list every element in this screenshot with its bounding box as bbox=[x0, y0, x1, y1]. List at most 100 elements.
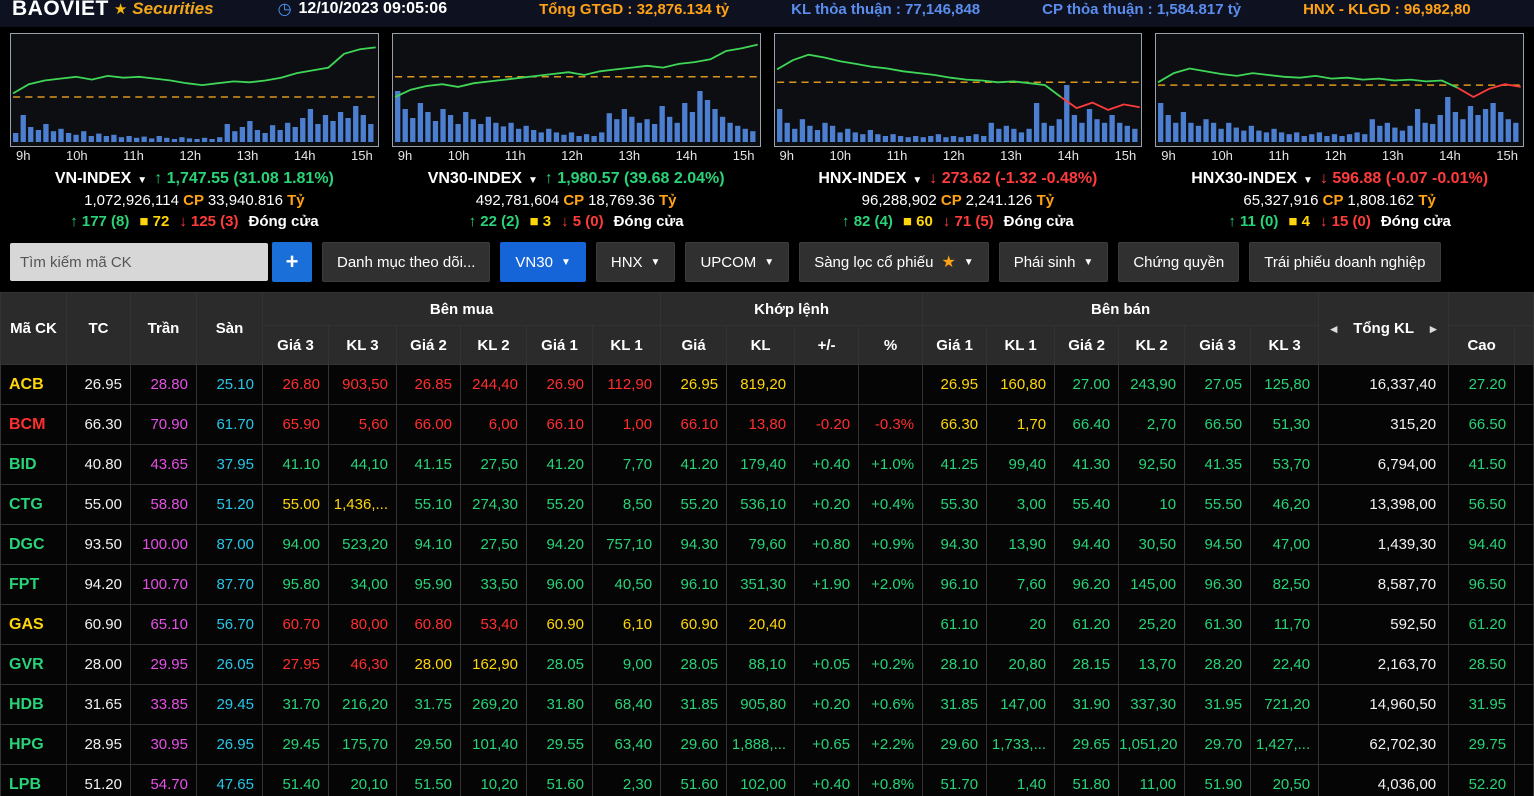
floor-price[interactable]: 37.95 bbox=[197, 445, 263, 485]
chevron-down-icon[interactable]: ▼ bbox=[1303, 175, 1313, 186]
sell-price-3[interactable]: 55.50 bbox=[1185, 485, 1251, 525]
buy-volume-3[interactable]: 175,70 bbox=[329, 725, 397, 765]
buy-price-2[interactable]: 28.00 bbox=[397, 645, 461, 685]
buy-volume-1[interactable]: 1,00 bbox=[593, 405, 661, 445]
sell-volume-1[interactable]: 7,60 bbox=[987, 565, 1055, 605]
buy-volume-3[interactable]: 1,436,... bbox=[329, 485, 397, 525]
sell-volume-3[interactable]: 47,00 bbox=[1251, 525, 1319, 565]
sell-volume-1[interactable]: 160,80 bbox=[987, 365, 1055, 405]
buy-price-2[interactable]: 26.85 bbox=[397, 365, 461, 405]
sell-volume-2[interactable]: 92,50 bbox=[1119, 445, 1185, 485]
match-percent[interactable]: -0.3% bbox=[859, 405, 923, 445]
buy-price-3[interactable]: 55.00 bbox=[263, 485, 329, 525]
buy-volume-3[interactable]: 523,20 bbox=[329, 525, 397, 565]
match-price[interactable]: 55.20 bbox=[661, 485, 727, 525]
buy-volume-3[interactable]: 216,20 bbox=[329, 685, 397, 725]
buy-price-1[interactable]: 29.55 bbox=[527, 725, 593, 765]
toolbar-button-trai-phieu-doanh-nghiep[interactable]: Trái phiếu doanh nghiệp bbox=[1249, 242, 1440, 282]
buy-price-1[interactable]: 55.20 bbox=[527, 485, 593, 525]
ceiling-price[interactable]: 30.95 bbox=[131, 725, 197, 765]
buy-price-3[interactable]: 65.90 bbox=[263, 405, 329, 445]
match-volume[interactable]: 13,80 bbox=[727, 405, 795, 445]
match-percent[interactable] bbox=[859, 365, 923, 405]
buy-volume-1[interactable]: 6,10 bbox=[593, 605, 661, 645]
sell-price-2[interactable]: 61.20 bbox=[1055, 605, 1119, 645]
sell-price-1[interactable]: 66.30 bbox=[923, 405, 987, 445]
stock-code[interactable]: DGC bbox=[1, 525, 67, 565]
sell-volume-3[interactable]: 82,50 bbox=[1251, 565, 1319, 605]
chevron-down-icon[interactable]: ▼ bbox=[912, 175, 922, 186]
stock-code[interactable]: HPG bbox=[1, 725, 67, 765]
stock-code[interactable]: LPB bbox=[1, 765, 67, 796]
toolbar-button-vn30[interactable]: VN30▼ bbox=[500, 242, 585, 282]
buy-volume-1[interactable]: 63,40 bbox=[593, 725, 661, 765]
sell-price-3[interactable]: 29.70 bbox=[1185, 725, 1251, 765]
sell-volume-3[interactable]: 20,50 bbox=[1251, 765, 1319, 796]
buy-volume-3[interactable]: 80,00 bbox=[329, 605, 397, 645]
buy-price-2[interactable]: 55.10 bbox=[397, 485, 461, 525]
tc-price[interactable]: 51.20 bbox=[67, 765, 131, 796]
match-change[interactable]: +0.20 bbox=[795, 485, 859, 525]
match-price[interactable]: 26.95 bbox=[661, 365, 727, 405]
sell-volume-1[interactable]: 1,40 bbox=[987, 765, 1055, 796]
add-watchlist-button[interactable]: + bbox=[272, 242, 312, 282]
buy-price-1[interactable]: 51.60 bbox=[527, 765, 593, 796]
match-change[interactable]: +0.80 bbox=[795, 525, 859, 565]
sell-price-1[interactable]: 26.95 bbox=[923, 365, 987, 405]
toolbar-button-phai-sinh[interactable]: Phái sinh▼ bbox=[999, 242, 1109, 282]
match-volume[interactable]: 102,00 bbox=[727, 765, 795, 796]
match-price[interactable]: 96.10 bbox=[661, 565, 727, 605]
buy-volume-3[interactable]: 46,30 bbox=[329, 645, 397, 685]
tc-price[interactable]: 94.20 bbox=[67, 565, 131, 605]
match-price[interactable]: 41.20 bbox=[661, 445, 727, 485]
sell-volume-2[interactable]: 30,50 bbox=[1119, 525, 1185, 565]
floor-price[interactable]: 51.20 bbox=[197, 485, 263, 525]
ceiling-price[interactable]: 100.70 bbox=[131, 565, 197, 605]
sell-price-3[interactable]: 61.30 bbox=[1185, 605, 1251, 645]
floor-price[interactable]: 47.65 bbox=[197, 765, 263, 796]
buy-volume-3[interactable]: 44,10 bbox=[329, 445, 397, 485]
sell-price-2[interactable]: 28.15 bbox=[1055, 645, 1119, 685]
match-price[interactable]: 51.60 bbox=[661, 765, 727, 796]
stock-code[interactable]: CTG bbox=[1, 485, 67, 525]
stock-code[interactable]: ACB bbox=[1, 365, 67, 405]
buy-volume-2[interactable]: 27,50 bbox=[461, 445, 527, 485]
sell-price-2[interactable]: 94.40 bbox=[1055, 525, 1119, 565]
floor-price[interactable]: 26.95 bbox=[197, 725, 263, 765]
match-price[interactable]: 66.10 bbox=[661, 405, 727, 445]
buy-volume-2[interactable]: 27,50 bbox=[461, 525, 527, 565]
sell-volume-2[interactable]: 243,90 bbox=[1119, 365, 1185, 405]
buy-volume-1[interactable]: 2,30 bbox=[593, 765, 661, 796]
match-change[interactable] bbox=[795, 605, 859, 645]
floor-price[interactable]: 87.00 bbox=[197, 525, 263, 565]
tc-price[interactable]: 40.80 bbox=[67, 445, 131, 485]
tc-price[interactable]: 26.95 bbox=[67, 365, 131, 405]
buy-price-1[interactable]: 31.80 bbox=[527, 685, 593, 725]
stock-code[interactable]: BID bbox=[1, 445, 67, 485]
toolbar-button-hnx[interactable]: HNX▼ bbox=[596, 242, 676, 282]
sell-volume-3[interactable]: 51,30 bbox=[1251, 405, 1319, 445]
sell-volume-3[interactable]: 1,427,... bbox=[1251, 725, 1319, 765]
stock-code[interactable]: GAS bbox=[1, 605, 67, 645]
buy-volume-2[interactable]: 53,40 bbox=[461, 605, 527, 645]
tc-price[interactable]: 93.50 bbox=[67, 525, 131, 565]
ceiling-price[interactable]: 58.80 bbox=[131, 485, 197, 525]
sell-volume-3[interactable]: 721,20 bbox=[1251, 685, 1319, 725]
sell-volume-3[interactable]: 46,20 bbox=[1251, 485, 1319, 525]
sell-price-1[interactable]: 94.30 bbox=[923, 525, 987, 565]
sell-volume-1[interactable]: 1,70 bbox=[987, 405, 1055, 445]
sell-volume-2[interactable]: 145,00 bbox=[1119, 565, 1185, 605]
sell-price-2[interactable]: 96.20 bbox=[1055, 565, 1119, 605]
sell-volume-2[interactable]: 2,70 bbox=[1119, 405, 1185, 445]
match-volume[interactable]: 88,10 bbox=[727, 645, 795, 685]
match-change[interactable]: +1.90 bbox=[795, 565, 859, 605]
sell-volume-3[interactable]: 11,70 bbox=[1251, 605, 1319, 645]
buy-price-3[interactable]: 95.80 bbox=[263, 565, 329, 605]
match-volume[interactable]: 351,30 bbox=[727, 565, 795, 605]
ceiling-price[interactable]: 70.90 bbox=[131, 405, 197, 445]
match-change[interactable] bbox=[795, 365, 859, 405]
buy-price-3[interactable]: 41.10 bbox=[263, 445, 329, 485]
sell-volume-1[interactable]: 147,00 bbox=[987, 685, 1055, 725]
ceiling-price[interactable]: 65.10 bbox=[131, 605, 197, 645]
buy-price-1[interactable]: 66.10 bbox=[527, 405, 593, 445]
